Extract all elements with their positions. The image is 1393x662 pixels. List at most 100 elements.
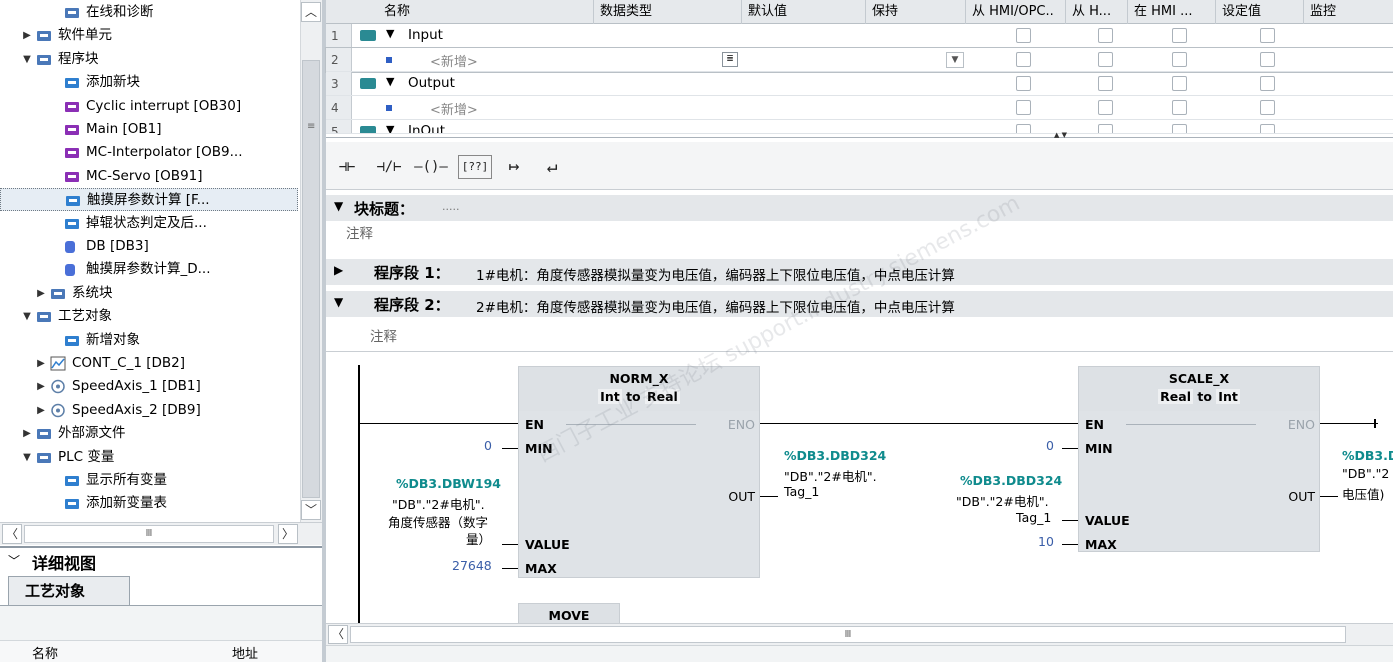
retain-dropdown-icon[interactable]: ▼ — [946, 52, 964, 68]
network-2-title[interactable]: 2#电机：角度传感器模拟量变为电压值，编码器上下限位电压值，中点电压计算 — [476, 296, 955, 316]
tree-item[interactable]: 显示所有变量 — [0, 469, 298, 492]
tree-item[interactable]: ▶ SpeedAxis_1 [DB1] — [0, 375, 298, 398]
block-comment[interactable]: 注释 — [346, 222, 373, 242]
col-datatype[interactable]: 数据类型 — [594, 0, 742, 24]
checkbox[interactable] — [1172, 52, 1187, 67]
tree-horizontal-scrollbar[interactable]: 〈 Ⅲ 〉 — [0, 522, 322, 545]
tree-item[interactable]: ▼ 程序块 — [0, 48, 298, 71]
tree-item[interactable]: ▶ 软件单元 — [0, 24, 298, 47]
tree-item[interactable]: ▶ 外部源文件 — [0, 422, 298, 445]
interface-row[interactable]: 3 ▼ Output — [326, 72, 1393, 96]
expanded-arrow-icon[interactable]: ▼ — [22, 305, 32, 328]
interface-row[interactable]: 1 ▼ Input — [326, 24, 1393, 48]
checkbox[interactable] — [1260, 100, 1275, 115]
checkbox[interactable] — [1016, 28, 1031, 43]
tree-item[interactable]: MC-Interpolator [OB9... — [0, 141, 298, 164]
block-title-value[interactable]: ..... — [442, 200, 459, 213]
tree-item[interactable]: Main [OB1] — [0, 118, 298, 141]
norm-x-type-to[interactable]: Real — [645, 389, 680, 404]
collapsed-arrow-icon[interactable]: ▶ — [36, 352, 46, 375]
editor-horizontal-scrollbar[interactable]: 〈 Ⅲ — [326, 623, 1393, 645]
scroll-left-icon[interactable]: 〈 — [328, 625, 348, 644]
detail-tab-technology-objects[interactable]: 工艺对象 — [8, 576, 130, 605]
tree-item[interactable]: 触摸屏参数计算 [F... — [0, 188, 298, 212]
tree-item[interactable]: 触摸屏参数计算_D... — [0, 258, 298, 281]
checkbox[interactable] — [1016, 100, 1031, 115]
norm-x-type-from[interactable]: Int — [598, 389, 622, 404]
checkbox[interactable] — [1098, 52, 1113, 67]
norm-x-value-address[interactable]: %DB3.DBW194 — [396, 476, 501, 491]
norm-x-value-symbol-3[interactable]: 量） — [466, 529, 491, 548]
scale-x-value-address[interactable]: %DB3.DBD324 — [960, 473, 1062, 488]
network-1-header[interactable]: ▶ 程序段 1： 1#电机：角度传感器模拟量变为电压值，编码器上下限位电压值，中… — [326, 259, 1393, 285]
editor-hscroll-thumb[interactable]: Ⅲ — [350, 626, 1346, 643]
col-in-hmi[interactable]: 在 HMI ... — [1128, 0, 1216, 24]
norm-x-out-address[interactable]: %DB3.DBD324 — [784, 448, 886, 463]
scale-x-out-symbol-2[interactable]: 电压值) — [1342, 484, 1384, 503]
checkbox[interactable] — [1260, 76, 1275, 91]
norm-x-box[interactable]: NORM_X Int to Real EN ENO MIN VALUE MAX … — [518, 366, 760, 578]
norm-x-out-symbol-2[interactable]: Tag_1 — [784, 484, 819, 499]
collapse-arrow-icon[interactable]: ▼ — [334, 199, 343, 213]
resize-handle-icon[interactable]: ▲ ▼ — [1054, 132, 1124, 139]
expanded-arrow-icon[interactable]: ▼ — [22, 446, 32, 469]
scale-x-type-from[interactable]: Real — [1158, 389, 1193, 404]
tree-item[interactable]: ▶ SpeedAxis_2 [DB9] — [0, 399, 298, 422]
interface-row[interactable]: 4 <新增> — [326, 96, 1393, 120]
col-name[interactable]: 名称 — [378, 0, 594, 24]
coil-button[interactable]: –()– — [412, 152, 450, 182]
norm-x-value-symbol-1[interactable]: "DB"."2#电机". — [392, 494, 485, 513]
close-branch-button[interactable]: ↵ — [538, 152, 566, 182]
section-collapse-icon[interactable]: ▼ — [386, 27, 394, 40]
col-default[interactable]: 默认值 — [742, 0, 866, 24]
checkbox[interactable] — [1172, 28, 1187, 43]
checkbox[interactable] — [1016, 52, 1031, 67]
tree-item[interactable]: ▶ 系统块 — [0, 282, 298, 305]
norm-x-out-symbol-1[interactable]: "DB"."2#电机". — [784, 466, 877, 485]
tree-item[interactable]: ▼ PLC 变量 — [0, 446, 298, 469]
scale-x-max-value[interactable]: 10 — [1038, 534, 1054, 549]
checkbox[interactable] — [1098, 28, 1113, 43]
tree-item[interactable]: 新增对象 — [0, 329, 298, 352]
interface-row[interactable]: 5 ▼ InOut — [326, 120, 1393, 134]
collapsed-arrow-icon[interactable]: ▶ — [22, 422, 32, 445]
scale-x-value-symbol-2[interactable]: Tag_1 — [1016, 510, 1051, 525]
network-2-comment[interactable]: 注释 — [370, 325, 397, 345]
collapsed-arrow-icon[interactable]: ▶ — [36, 375, 46, 398]
scale-x-min-value[interactable]: 0 — [1046, 438, 1054, 453]
checkbox[interactable] — [1172, 100, 1187, 115]
tree-item[interactable]: ▶ CONT_C_1 [DB2] — [0, 352, 298, 375]
add-new-row[interactable]: <新增> — [430, 51, 478, 70]
tree-item[interactable]: MC-Servo [OB91] — [0, 165, 298, 188]
col-from-h[interactable]: 从 H... — [1066, 0, 1128, 24]
checkbox[interactable] — [1098, 100, 1113, 115]
scroll-right-icon[interactable]: 〉 — [278, 524, 298, 544]
checkbox[interactable] — [1172, 76, 1187, 91]
scroll-left-icon[interactable]: 〈 — [2, 524, 22, 544]
collapsed-arrow-icon[interactable]: ▶ — [22, 24, 32, 47]
checkbox[interactable] — [1016, 124, 1031, 133]
empty-box-button[interactable]: [??] — [458, 155, 492, 179]
detail-view-header[interactable]: ﹀ 详细视图 — [0, 546, 322, 574]
detail-col-address[interactable]: 地址 — [232, 643, 258, 662]
col-setpoint[interactable]: 设定值 — [1216, 0, 1304, 24]
col-monitor[interactable]: 监控 — [1304, 0, 1393, 24]
network-2-header[interactable]: ▼ 程序段 2： 2#电机：角度传感器模拟量变为电压值，编码器上下限位电压值，中… — [326, 291, 1393, 317]
tree-item[interactable]: 掉辊状态判定及后... — [0, 212, 298, 235]
checkbox[interactable] — [1172, 124, 1187, 133]
tree-item[interactable]: 添加新块 — [0, 71, 298, 94]
tree-item[interactable]: DB [DB3] — [0, 235, 298, 258]
tree-item[interactable]: Cyclic interrupt [OB30] — [0, 95, 298, 118]
scale-x-type-to[interactable]: Int — [1216, 389, 1240, 404]
scroll-up-icon[interactable]: ︿ — [301, 2, 321, 22]
scroll-down-icon[interactable]: ﹀ — [301, 500, 321, 520]
datatype-picker-icon[interactable]: ≣ — [722, 52, 738, 67]
col-retain[interactable]: 保持 — [866, 0, 966, 24]
scale-x-out-symbol-1[interactable]: "DB"."2 — [1342, 466, 1389, 481]
checkbox[interactable] — [1260, 28, 1275, 43]
norm-x-min-value[interactable]: 0 — [484, 438, 492, 453]
no-contact-button[interactable]: ⊣⊢ — [332, 152, 362, 182]
expanded-arrow-icon[interactable]: ▼ — [22, 48, 32, 71]
expand-arrow-icon[interactable]: ▶ — [334, 263, 343, 277]
tree-item[interactable]: ▼ 工艺对象 — [0, 305, 298, 328]
